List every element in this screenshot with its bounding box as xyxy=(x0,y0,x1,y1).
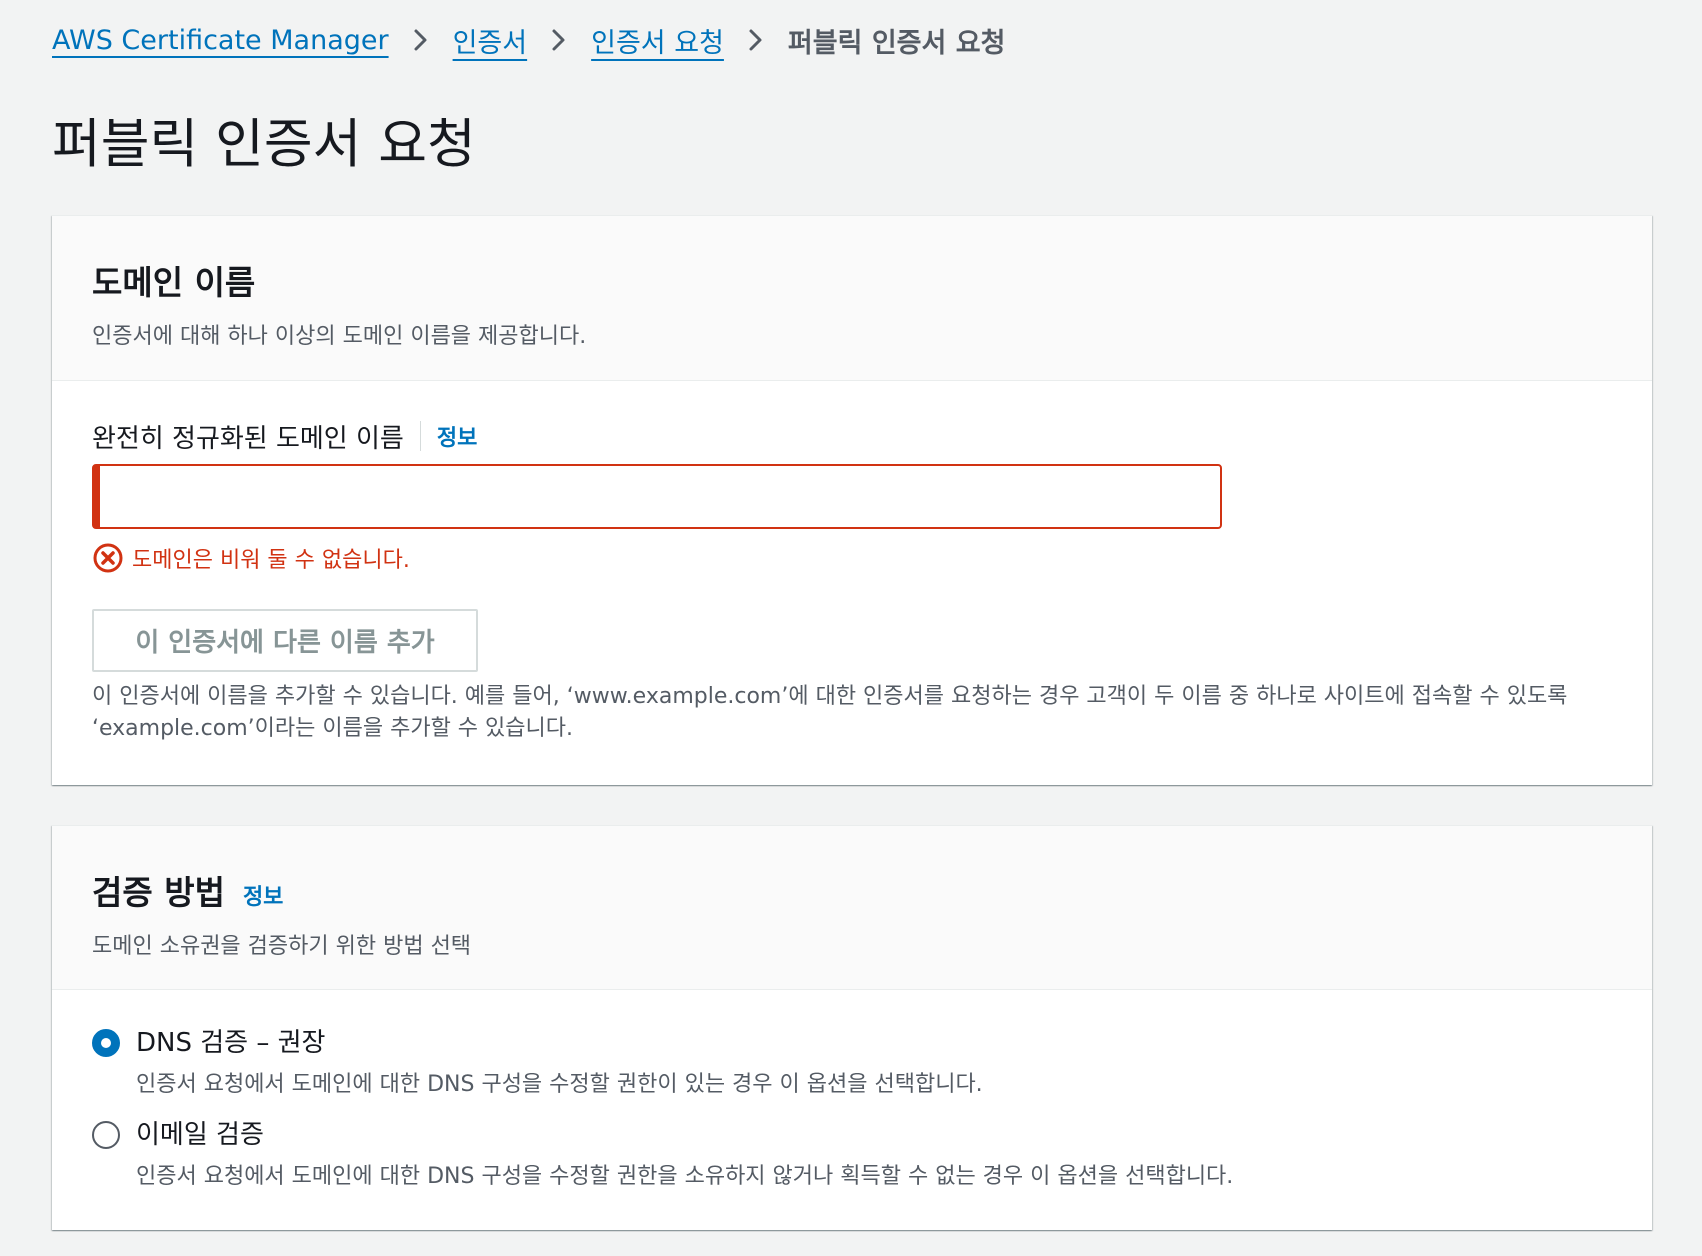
breadcrumb-link-acm[interactable]: AWS Certificate Manager xyxy=(52,25,389,56)
email-validation-radio[interactable] xyxy=(92,1121,120,1149)
add-another-name-button[interactable]: 이 인증서에 다른 이름 추가 xyxy=(92,609,478,672)
validation-panel-description: 도메인 소유권을 검증하기 위한 방법 선택 xyxy=(92,934,472,959)
dns-validation-radio[interactable] xyxy=(92,1029,120,1057)
add-name-help-text: 이 인증서에 이름을 추가할 수 있습니다. 예를 들어, ‘www.examp… xyxy=(92,684,1568,741)
email-validation-option[interactable]: 이메일 검증 인증서 요청에서 도메인에 대한 DNS 구성을 수정할 권한을 … xyxy=(92,1118,1233,1190)
page-title: 퍼블릭 인증서 요청 xyxy=(52,114,476,175)
error-circle-icon xyxy=(92,542,124,574)
chevron-right-icon xyxy=(389,18,453,62)
domain-panel-header: 도메인 이름 인증서에 대해 하나 이상의 도메인 이름을 제공합니다. xyxy=(52,216,1652,381)
domain-panel-title: 도메인 이름 xyxy=(92,263,256,302)
validation-panel-title-row: 검증 방법 정보 xyxy=(92,866,1612,914)
dns-validation-texts: DNS 검증 – 권장 인증서 요청에서 도메인에 대한 DNS 구성을 수정할… xyxy=(136,1026,983,1098)
dns-validation-label: DNS 검증 – 권장 xyxy=(136,1028,326,1058)
validation-panel-header: 검증 방법 정보 도메인 소유권을 검증하기 위한 방법 선택 xyxy=(52,826,1652,990)
validation-panel-title: 검증 방법 xyxy=(92,873,225,912)
fqdn-input[interactable] xyxy=(92,464,1222,529)
fqdn-label: 완전히 정규화된 도메인 이름 xyxy=(92,423,404,454)
dns-validation-description: 인증서 요청에서 도메인에 대한 DNS 구성을 수정할 권한이 있는 경우 이… xyxy=(136,1072,983,1097)
validation-info-link[interactable]: 정보 xyxy=(243,879,283,911)
email-validation-texts: 이메일 검증 인증서 요청에서 도메인에 대한 DNS 구성을 수정할 권한을 … xyxy=(136,1118,1233,1190)
breadcrumb: AWS Certificate Manager 인증서 인증서 요청 퍼블릭 인… xyxy=(52,18,1005,62)
fqdn-label-row: 완전히 정규화된 도메인 이름 정보 xyxy=(92,416,477,456)
fqdn-info-link[interactable]: 정보 xyxy=(437,420,477,452)
email-validation-label: 이메일 검증 xyxy=(136,1120,264,1150)
dns-validation-option[interactable]: DNS 검증 – 권장 인증서 요청에서 도메인에 대한 DNS 구성을 수정할… xyxy=(92,1026,983,1098)
label-divider xyxy=(419,421,421,451)
validation-method-panel: 검증 방법 정보 도메인 소유권을 검증하기 위한 방법 선택 DNS 검증 –… xyxy=(52,825,1652,1230)
domain-name-panel: 도메인 이름 인증서에 대해 하나 이상의 도메인 이름을 제공합니다. 완전히… xyxy=(52,215,1652,785)
breadcrumb-link-certificates[interactable]: 인증서 xyxy=(453,21,528,60)
domain-panel-description: 인증서에 대해 하나 이상의 도메인 이름을 제공합니다. xyxy=(92,324,587,349)
domain-error-text: 도메인은 비워 둘 수 없습니다. xyxy=(132,548,410,573)
email-validation-description: 인증서 요청에서 도메인에 대한 DNS 구성을 수정할 권한을 소유하지 않거… xyxy=(136,1164,1234,1189)
chevron-right-icon xyxy=(724,18,788,62)
chevron-right-icon xyxy=(527,18,591,62)
page: AWS Certificate Manager 인증서 인증서 요청 퍼블릭 인… xyxy=(0,0,1702,1256)
breadcrumb-current: 퍼블릭 인증서 요청 xyxy=(787,27,1006,59)
breadcrumb-link-request-certificate[interactable]: 인증서 요청 xyxy=(591,21,724,60)
domain-error: 도메인은 비워 둘 수 없습니다. xyxy=(92,538,410,578)
